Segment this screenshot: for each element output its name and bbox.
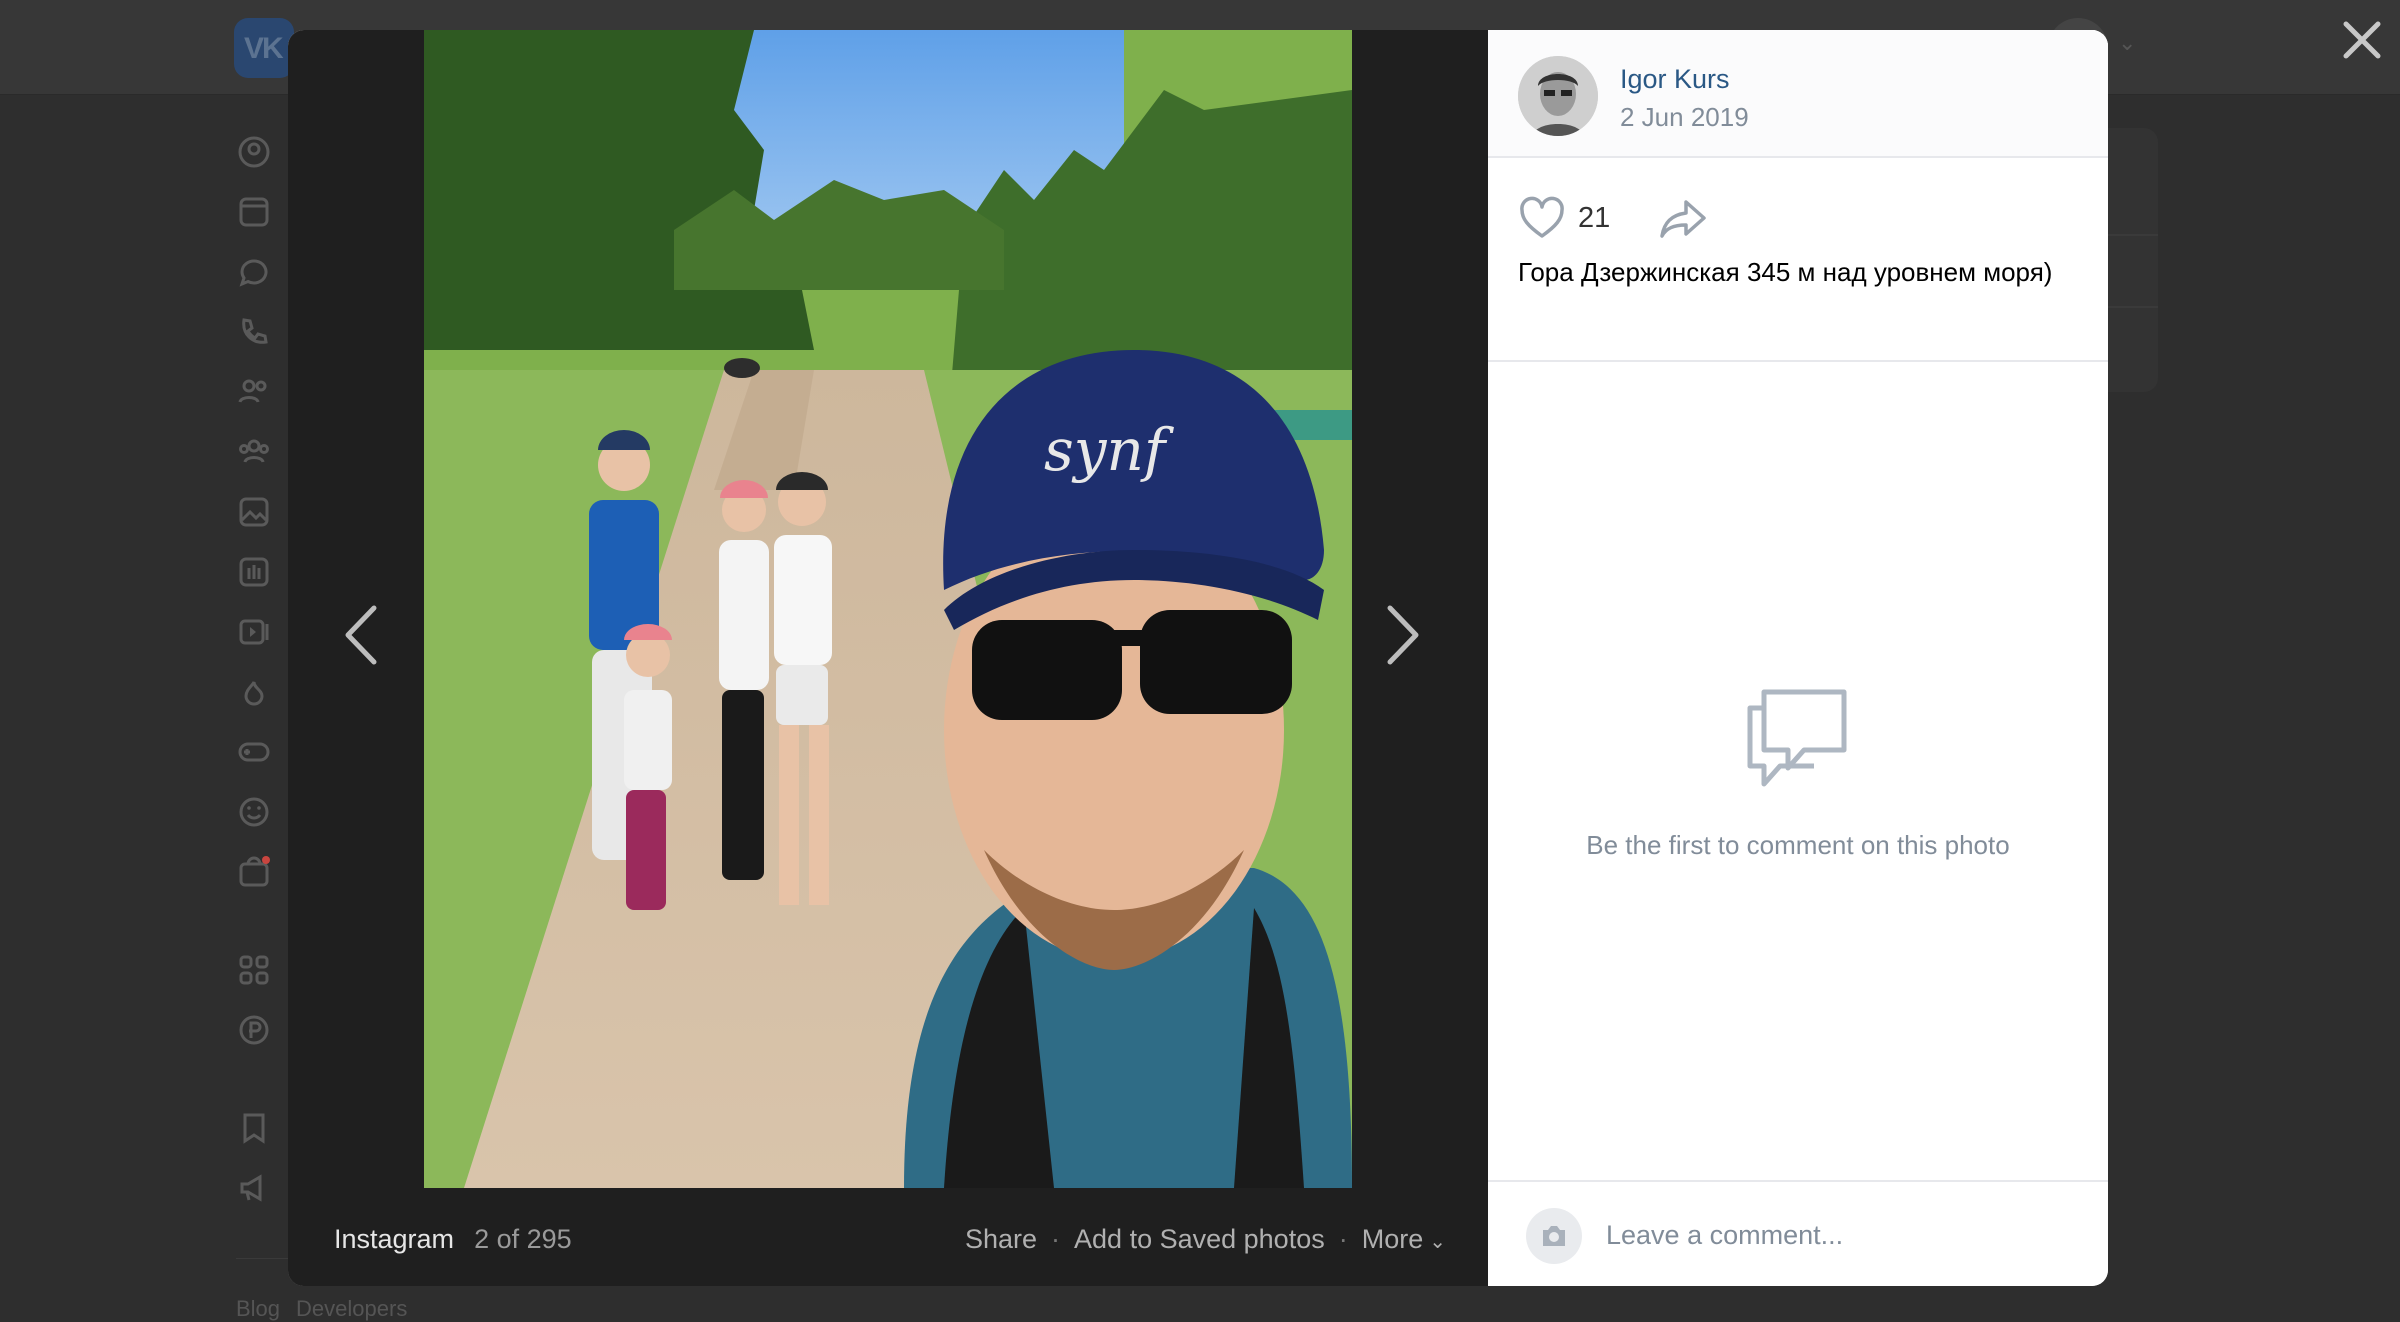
post-date: 2 Jun 2019 [1620,102,1749,132]
camera-icon [1543,1226,1565,1246]
footer-link-blog: Blog [236,1296,281,1321]
share-arrow-icon [1660,200,1706,238]
svg-text:synf: synf [1044,416,1175,484]
services-icon [236,952,272,988]
next-photo-button[interactable] [1366,570,1436,700]
photo-caption: Гора Дзержинская 345 м над уровнем моря) [1518,257,2053,287]
bookmarks-icon [236,1110,272,1146]
chevron-down-icon: ⌄ [1429,1231,1446,1253]
photos-icon [236,494,272,530]
ads-icon [236,1170,272,1206]
games-icon [236,734,272,770]
attach-photo-button[interactable] [1526,1208,1582,1264]
chat-bubbles-icon [1742,684,1852,788]
photo-toolbar: Instagram 2 of 295 Share · Add to Saved pho… [288,1188,1488,1286]
photo-viewer: synf Instagram 2 of 295 Share · Add to Save… [288,30,2108,1286]
add-to-saved-photos-link[interactable]: Add to Saved photos [1074,1224,1325,1254]
share-link[interactable]: Share [965,1224,1037,1254]
friends-icon [236,374,272,410]
footer-link-developers: Developers [296,1296,408,1321]
vk-logo: VK [234,18,294,78]
author-avatar[interactable] [1518,56,1598,136]
more-menu-button[interactable]: More ⌄ [1362,1224,1446,1254]
stickers-icon [236,794,272,830]
like-button[interactable]: 21 [1518,194,1618,242]
chevron-left-icon [345,605,377,665]
no-comments-text: Be the first to comment on this photo [1586,830,2010,860]
video-icon [236,614,272,650]
background-footer: Blog Developers [236,1296,423,1322]
close-button[interactable] [2336,14,2388,66]
like-count: 21 [1578,202,1611,234]
photo-pane: synf Instagram 2 of 295 Share · Add to Save… [288,30,1488,1286]
chevron-right-icon [1387,605,1419,665]
photo-image[interactable]: synf [424,30,1352,1188]
author-name-link[interactable]: Igor Kurs [1620,64,1730,95]
profile-icon [236,134,272,170]
messages-icon [236,254,272,290]
divider [1488,360,2108,362]
author-header: Igor Kurs 2 Jun 2019 [1488,30,2108,158]
calls-icon [236,314,272,350]
chevron-down-icon: ⌄ [2118,30,2137,55]
clips-icon [236,674,272,710]
background-card [2100,128,2158,392]
heart-icon [1520,196,1564,238]
share-button[interactable] [1658,194,1710,242]
payments-icon [236,1012,272,1048]
photo-info-panel: Igor Kurs 2 Jun 2019 21 Гора Дзержинская… [1488,30,2108,1286]
comment-input[interactable] [1604,1204,2068,1266]
communities-icon [236,434,272,470]
album-source-link[interactable]: Instagram [334,1224,454,1254]
more-label: More [1361,1224,1424,1254]
music-icon [236,554,272,590]
market-icon [236,854,272,890]
photo-counter: 2 of 295 [474,1224,572,1254]
previous-photo-button[interactable] [328,570,398,700]
close-icon [2343,21,2381,59]
comment-composer [1488,1180,2108,1286]
news-icon [236,194,272,230]
